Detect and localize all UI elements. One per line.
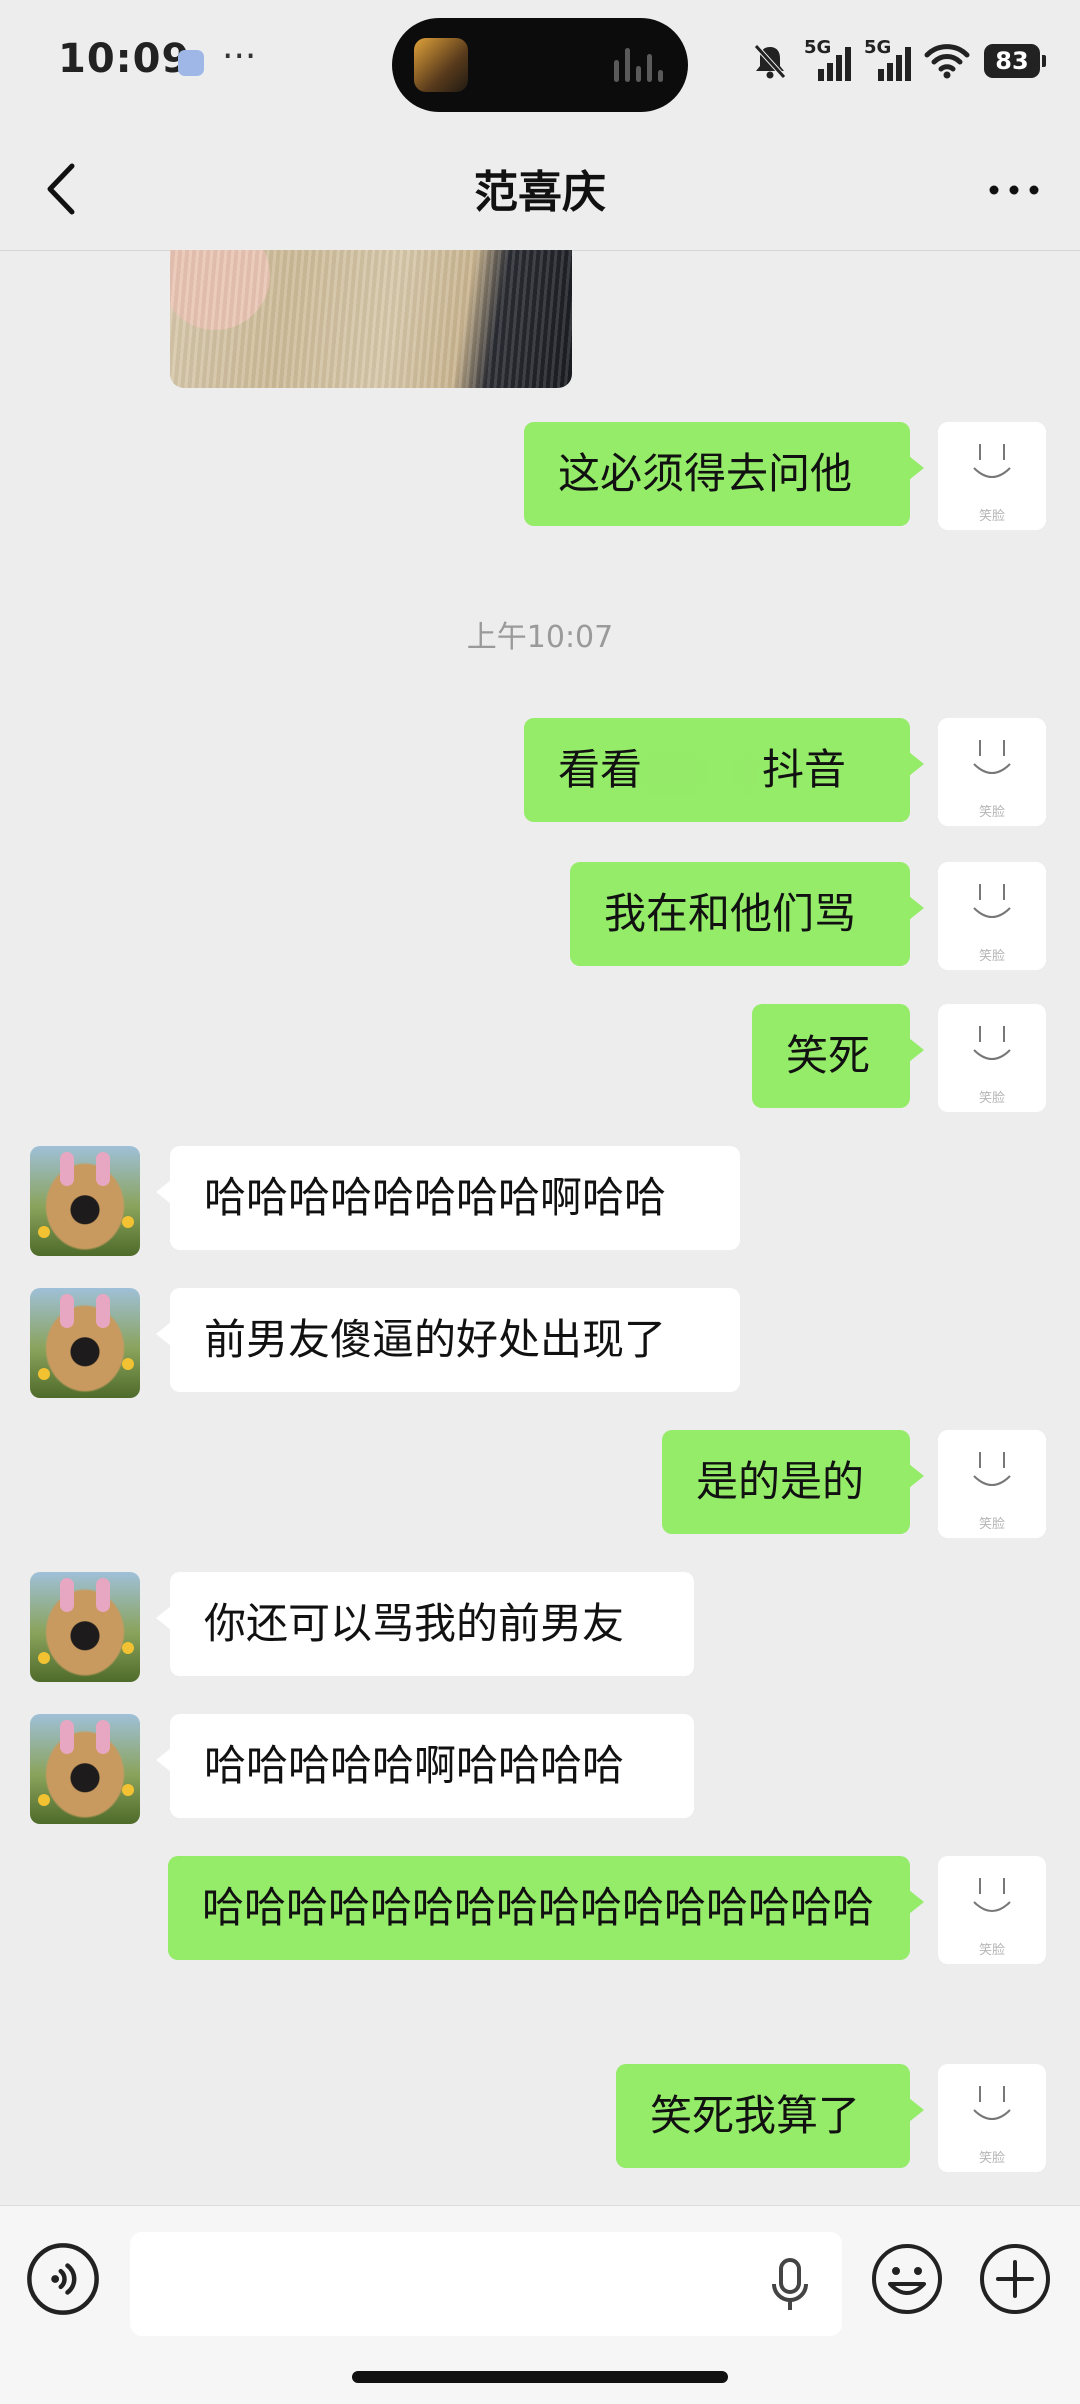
redacted-text xyxy=(642,755,703,790)
my-message-bubble[interactable]: 是的是的 xyxy=(662,1430,924,1534)
emoji-icon[interactable] xyxy=(870,2242,944,2316)
wifi-icon xyxy=(924,44,970,79)
message-list[interactable]: 这必须得去问他 笑脸 上午10:07 看看 抖音 笑脸 我在和他们骂 笑脸 笑死 xyxy=(0,250,1080,2205)
message-text: 看看 xyxy=(558,745,643,794)
dynamic-island[interactable] xyxy=(392,18,688,112)
avatar-caption: 笑脸 xyxy=(978,509,1005,524)
music-cover-thumbnail xyxy=(414,38,468,92)
contact-message-bubble[interactable]: 前男友傻逼的好处出现了 xyxy=(156,1288,740,1392)
message-text: 抖音 xyxy=(762,745,847,794)
avatar-caption: 笑脸 xyxy=(978,1517,1005,1532)
mute-bell-icon xyxy=(754,44,786,79)
image-message[interactable] xyxy=(170,250,572,388)
status-time: 10:09 xyxy=(58,36,191,82)
app-badge-icon xyxy=(178,50,204,76)
avatar-caption: 笑脸 xyxy=(978,2151,1005,2166)
my-message-bubble[interactable]: 我在和他们骂 xyxy=(570,862,924,966)
status-more: ··· xyxy=(222,36,257,77)
contact-message-bubble[interactable]: 哈哈哈哈哈啊哈哈哈哈 xyxy=(156,1714,694,1818)
avatar-caption: 笑脸 xyxy=(978,805,1005,820)
my-avatar[interactable]: 笑脸 xyxy=(938,1430,1046,1538)
voice-icon[interactable] xyxy=(26,2242,100,2316)
audio-wave-icon xyxy=(614,48,664,82)
my-avatar[interactable]: 笑脸 xyxy=(938,1856,1046,1964)
my-avatar[interactable]: 笑脸 xyxy=(938,718,1046,826)
network-label: 5G xyxy=(864,37,892,58)
redacted-text xyxy=(738,755,763,790)
chat-header: 范喜庆 xyxy=(0,128,1080,251)
contact-avatar[interactable] xyxy=(30,1714,140,1824)
contact-avatar[interactable] xyxy=(30,1572,140,1682)
avatar-caption: 笑脸 xyxy=(978,1943,1005,1958)
contact-avatar[interactable] xyxy=(30,1288,140,1398)
my-message-bubble[interactable]: 笑死 xyxy=(752,1004,924,1108)
network-label: 5G xyxy=(804,37,832,58)
message-timestamp: 上午10:07 xyxy=(466,620,614,655)
contact-message-bubble[interactable]: 你还可以骂我的前男友 xyxy=(156,1572,694,1676)
more-options-button[interactable] xyxy=(984,160,1044,220)
microphone-icon[interactable] xyxy=(770,2256,810,2316)
chat-title: 范喜庆 xyxy=(474,167,606,218)
my-message-bubble[interactable]: 哈哈哈哈哈哈哈哈哈哈哈哈哈哈哈哈 xyxy=(168,1856,924,1960)
status-bar: 10:09 ··· 5G 5G 83 xyxy=(0,0,1080,128)
my-avatar[interactable]: 笑脸 xyxy=(938,1004,1046,1112)
battery-icon: 83 xyxy=(984,44,1046,78)
status-icons: 5G 5G 83 xyxy=(750,36,1046,86)
signal-icon: 5G xyxy=(804,37,851,81)
plus-icon[interactable] xyxy=(978,2242,1052,2316)
my-avatar[interactable]: 笑脸 xyxy=(938,2064,1046,2172)
contact-message-bubble[interactable]: 哈哈哈哈哈哈哈哈啊哈哈 xyxy=(156,1146,740,1250)
contact-avatar[interactable] xyxy=(30,1146,140,1256)
avatar-caption: 笑脸 xyxy=(978,1091,1005,1106)
my-message-bubble[interactable]: 这必须得去问他 xyxy=(524,422,924,526)
my-message-bubble[interactable]: 看看 抖音 xyxy=(524,718,924,822)
my-avatar[interactable]: 笑脸 xyxy=(938,862,1046,970)
home-indicator[interactable] xyxy=(352,2371,728,2383)
signal-icon: 5G xyxy=(864,37,911,81)
avatar-caption: 笑脸 xyxy=(978,949,1005,964)
my-message-bubble[interactable]: 笑死我算了 xyxy=(616,2064,924,2168)
my-avatar[interactable]: 笑脸 xyxy=(938,422,1046,530)
message-input[interactable] xyxy=(130,2232,842,2336)
